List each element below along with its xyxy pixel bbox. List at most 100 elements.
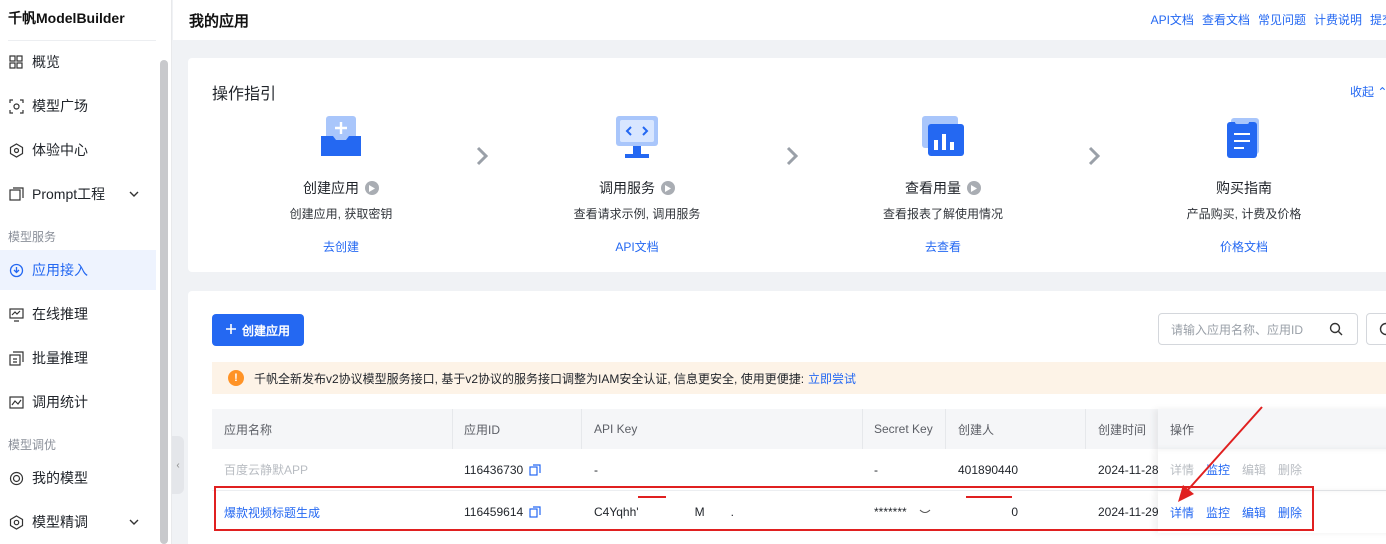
- sidebar-scrollbar[interactable]: [160, 60, 168, 544]
- batch-icon: [8, 350, 24, 366]
- link-faq[interactable]: 常见问题: [1258, 11, 1306, 28]
- monitor-icon: [8, 306, 24, 322]
- app-id-value: 116436730: [464, 462, 524, 477]
- target-icon: [8, 470, 24, 486]
- creator: 401890440: [958, 462, 1019, 477]
- v2-protocol-notice: ! 千帆全新发布v2协议模型服务接口, 基于v2协议的服务接口调整为IAM安全认…: [212, 362, 1386, 394]
- operation-guide-card: 操作指引 收起 ⌃ 创建应用 创建应用, 获取密钥 去创建 调用服务 查看请求示…: [188, 58, 1386, 272]
- step-title: 创建应用: [303, 180, 359, 196]
- sidebar-item-batch-inference[interactable]: 批量推理: [0, 338, 156, 378]
- nav-group-model-service: 模型服务: [8, 230, 57, 244]
- guide-collapse-button[interactable]: 收起 ⌃: [1350, 83, 1386, 100]
- sidebar-item-model-tuning[interactable]: 模型精调: [0, 502, 156, 542]
- ops-column-header: 操作: [1158, 409, 1386, 449]
- monitor-link[interactable]: 监控: [1206, 504, 1230, 521]
- divider: [862, 409, 863, 449]
- sidebar-item-online-inference[interactable]: 在线推理: [0, 294, 156, 334]
- col-app-name: 应用名称: [224, 422, 273, 437]
- usage-chart-icon: [920, 114, 966, 160]
- step-desc: 查看请求示例, 调用服务: [573, 207, 701, 221]
- detail-link[interactable]: 详情: [1170, 461, 1194, 478]
- sidebar-item-label: 模型精调: [32, 514, 88, 530]
- chevron-left-icon: ‹: [176, 459, 180, 471]
- step-desc: 创建应用, 获取密钥: [289, 207, 393, 221]
- detail-link[interactable]: 详情: [1170, 504, 1194, 521]
- link-view-docs[interactable]: 查看文档: [1202, 11, 1250, 28]
- copy-icon[interactable]: [529, 506, 541, 518]
- sidebar-item-overview[interactable]: 概览: [0, 42, 156, 82]
- app-list-card: 创建应用 请输入应用名称、应用ID ! 千帆全新发布v2协议模型服务接口, 基于…: [188, 291, 1386, 544]
- sidebar-item-call-stats[interactable]: 调用统计: [0, 382, 156, 422]
- sidebar-collapse-handle[interactable]: ‹: [172, 436, 184, 494]
- app-name[interactable]: 爆款视频标题生成: [224, 491, 320, 533]
- app-id-value: 116459614: [464, 505, 524, 519]
- sidebar-item-label: 概览: [32, 54, 60, 70]
- col-secret-key: Secret Key: [874, 422, 933, 436]
- app-name: 百度云静默APP: [224, 463, 309, 477]
- divider: [581, 409, 582, 449]
- col-app-id: 应用ID: [464, 422, 501, 437]
- secret-key: -: [874, 462, 878, 477]
- refresh-button[interactable]: [1366, 313, 1386, 345]
- notice-try-link[interactable]: 立即尝试: [808, 370, 856, 387]
- sidebar-item-experience[interactable]: 体验中心: [0, 130, 156, 170]
- created-time: 2024-11-28: [1098, 462, 1159, 477]
- create-app-button[interactable]: 创建应用: [212, 314, 304, 346]
- step-title: 查看用量: [905, 180, 961, 196]
- col-created-time: 创建时间: [1098, 422, 1147, 437]
- grid-icon: [8, 54, 24, 70]
- api-monitor-icon: [614, 114, 660, 160]
- table-header: 应用名称 应用ID API Key Secret Key 创建人 创建时间 操作: [212, 409, 1386, 449]
- search-icon[interactable]: [1329, 322, 1343, 339]
- sidebar-item-my-models[interactable]: 我的模型: [0, 458, 156, 498]
- edit-link[interactable]: 编辑: [1242, 461, 1266, 478]
- prompt-icon: [8, 186, 24, 202]
- sidebar-item-label: 批量推理: [32, 350, 88, 366]
- stats-icon: [8, 394, 24, 410]
- link-submit[interactable]: 提交: [1370, 11, 1386, 28]
- guide-step-purchase: 购买指南 产品购买, 计费及价格 价格文档: [1139, 114, 1349, 255]
- table-row: 百度云静默APP 116436730 - - 401890440 2024-11…: [212, 449, 1386, 491]
- clipboard-guide-icon: [1221, 114, 1267, 160]
- link-api-docs[interactable]: API文档: [1151, 11, 1194, 28]
- play-video-icon[interactable]: [967, 181, 981, 195]
- copy-icon[interactable]: [529, 463, 541, 476]
- tune-icon: [8, 514, 24, 530]
- sidebar-item-label: 在线推理: [32, 306, 88, 322]
- play-video-icon[interactable]: [365, 181, 379, 195]
- sidebar-item-label: 体验中心: [32, 142, 88, 158]
- step-title: 购买指南: [1216, 180, 1272, 196]
- edit-link[interactable]: 编辑: [1242, 504, 1266, 521]
- eye-hidden-icon[interactable]: [919, 505, 931, 519]
- link-billing[interactable]: 计费说明: [1314, 11, 1362, 28]
- step-link-view[interactable]: 去查看: [838, 238, 1048, 255]
- table-row: 爆款视频标题生成 116459614 C4Yqhh' M . ******* 0…: [212, 491, 1386, 533]
- sidebar-item-label: 应用接入: [32, 262, 88, 278]
- sidebar: 千帆ModelBuilder 概览 模型广场 体验中心 Prompt工程 模型服…: [0, 0, 172, 544]
- cube-scan-icon: [8, 98, 24, 114]
- notice-text: 千帆全新发布v2协议模型服务接口, 基于v2协议的服务接口调整为IAM安全认证,…: [254, 371, 805, 386]
- guide-step-call: 调用服务 查看请求示例, 调用服务 API文档: [532, 114, 742, 255]
- access-icon: [8, 262, 24, 278]
- monitor-link[interactable]: 监控: [1206, 461, 1230, 478]
- create-app-label: 创建应用: [241, 323, 290, 338]
- sidebar-item-label: 模型广场: [32, 98, 88, 114]
- step-link-create[interactable]: 去创建: [236, 238, 446, 255]
- api-key-value: C4Yqhh': [594, 505, 639, 519]
- delete-link[interactable]: 删除: [1278, 461, 1302, 478]
- divider: [1085, 409, 1086, 449]
- sidebar-item-model-square[interactable]: 模型广场: [0, 86, 156, 126]
- step-link-api-docs[interactable]: API文档: [532, 238, 742, 255]
- sidebar-item-prompt[interactable]: Prompt工程: [0, 174, 156, 214]
- delete-link[interactable]: 删除: [1278, 504, 1302, 521]
- play-video-icon[interactable]: [661, 181, 675, 195]
- top-bar: 我的应用 API文档 查看文档 常见问题 计费说明 提交: [173, 0, 1386, 40]
- chevron-down-icon[interactable]: [128, 515, 140, 531]
- divider: [452, 409, 453, 449]
- app-search-input[interactable]: 请输入应用名称、应用ID: [1158, 313, 1358, 345]
- chevron-down-icon[interactable]: [128, 187, 140, 203]
- step-link-pricing[interactable]: 价格文档: [1139, 238, 1349, 255]
- sidebar-item-app-access[interactable]: 应用接入: [0, 250, 156, 290]
- api-key-fragment: M: [694, 505, 705, 519]
- guide-step-usage: 查看用量 查看报表了解使用情况 去查看: [838, 114, 1048, 255]
